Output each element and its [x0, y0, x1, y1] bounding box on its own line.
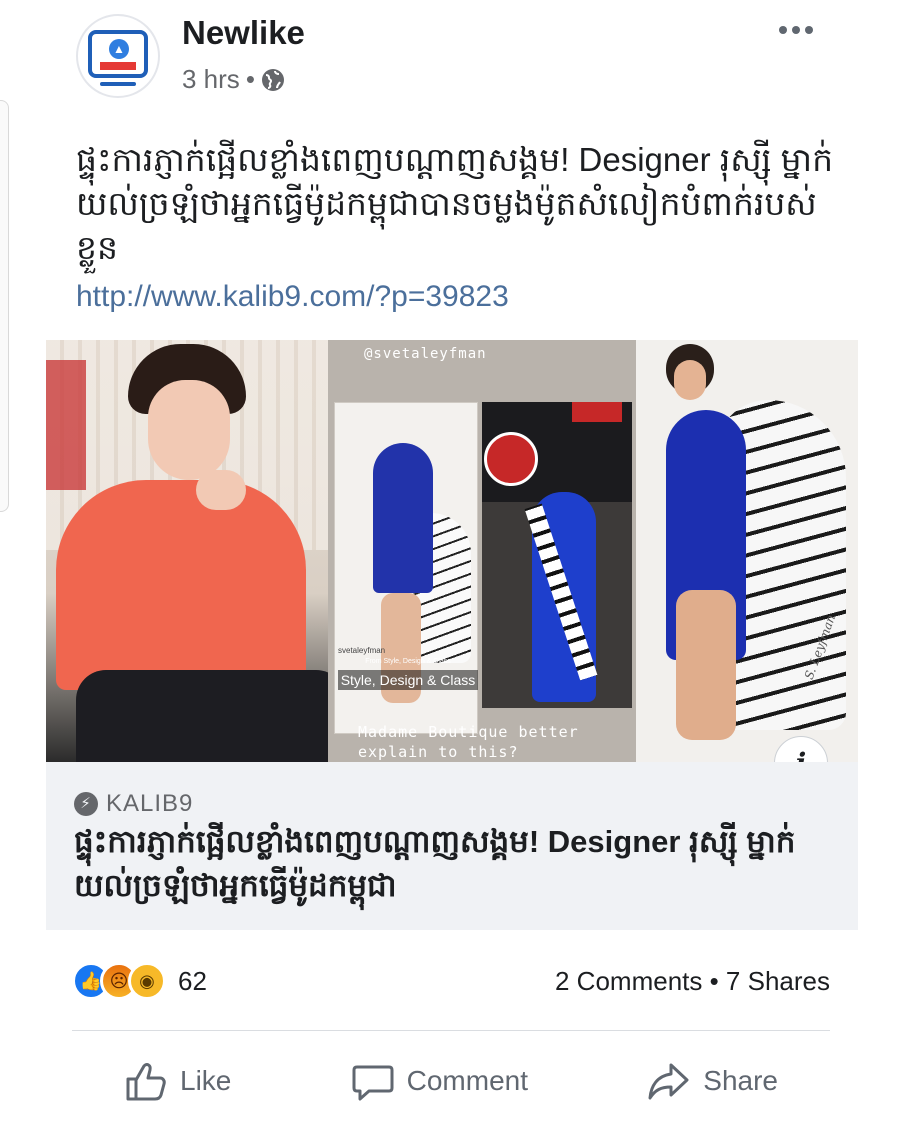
globe-icon[interactable] — [261, 68, 285, 92]
image-caption: Madame Boutique better explain to this? — [358, 723, 579, 761]
share-label: Share — [703, 1065, 778, 1096]
comment-label: Comment — [406, 1065, 529, 1096]
page-avatar-logo: ▲ — [88, 30, 148, 78]
link-domain: ⚡ KALIB9 — [74, 790, 193, 818]
comments-shares-count[interactable]: 2 Comments • 7 Shares — [555, 966, 830, 997]
thumbs-up-icon — [126, 1063, 166, 1101]
style-label: Style, Design & Class — [338, 670, 478, 690]
comment-icon — [352, 1065, 394, 1101]
post-link[interactable]: http://www.kalib9.com/?p=39823 — [76, 280, 509, 314]
divider — [72, 1030, 830, 1031]
style-sub-label: From Style, Design & Class — [365, 658, 451, 665]
domain-label: KALIB9 — [106, 790, 194, 817]
like-label: Like — [180, 1065, 232, 1096]
side-panel-handle[interactable] — [0, 100, 9, 512]
page-name[interactable]: Newlike — [182, 14, 305, 52]
more-options-icon[interactable] — [776, 20, 816, 40]
share-icon — [648, 1063, 689, 1100]
link-title[interactable]: ផ្ទុះការភ្ញាក់ផ្អើលខ្លាំងពេញបណ្ដាញសង្គម!… — [74, 820, 854, 908]
share-button[interactable]: Share — [595, 1059, 830, 1103]
bolt-icon: ⚡ — [74, 792, 98, 816]
thumbs-up-logo-icon: ▲ — [109, 39, 129, 59]
post-meta: 3 hrs • — [182, 64, 285, 95]
post-image[interactable]: @svetaleyfman svetaleyfman From Style, D… — [46, 340, 858, 762]
wow-reaction-icon: ◉ — [128, 962, 166, 1000]
reaction-count: 62 — [178, 965, 207, 996]
gown-photo — [482, 402, 632, 708]
comment-button[interactable]: Comment — [299, 1059, 580, 1103]
meta-separator: • — [245, 64, 255, 94]
designer-photo — [46, 340, 346, 762]
post-time[interactable]: 3 hrs — [182, 64, 240, 95]
comparison-collage: @svetaleyfman svetaleyfman From Style, D… — [328, 340, 658, 762]
avatar-stand — [100, 82, 136, 86]
link-preview[interactable]: ⚡ KALIB9 ផ្ទុះការភ្ញាក់ផ្អើលខ្លាំងពេញបណ្… — [46, 762, 858, 930]
like-button[interactable]: Like — [72, 1059, 283, 1103]
instagram-handle: @svetaleyfman — [364, 346, 487, 362]
reactions-summary[interactable]: 👍 ☹ ◉ 62 — [72, 962, 207, 1000]
logo-wordmark — [100, 62, 136, 70]
fashion-sketch: S. Leyfman — [636, 340, 858, 762]
page-avatar[interactable]: ▲ — [76, 14, 160, 98]
action-bar: Like Comment Share — [72, 1048, 830, 1114]
post-text: ផ្ទុះការភ្ញាក់ផ្អើលខ្លាំងពេញបណ្ដាញសង្គម!… — [76, 141, 834, 266]
sketch-handle: svetaleyfman — [338, 646, 386, 655]
